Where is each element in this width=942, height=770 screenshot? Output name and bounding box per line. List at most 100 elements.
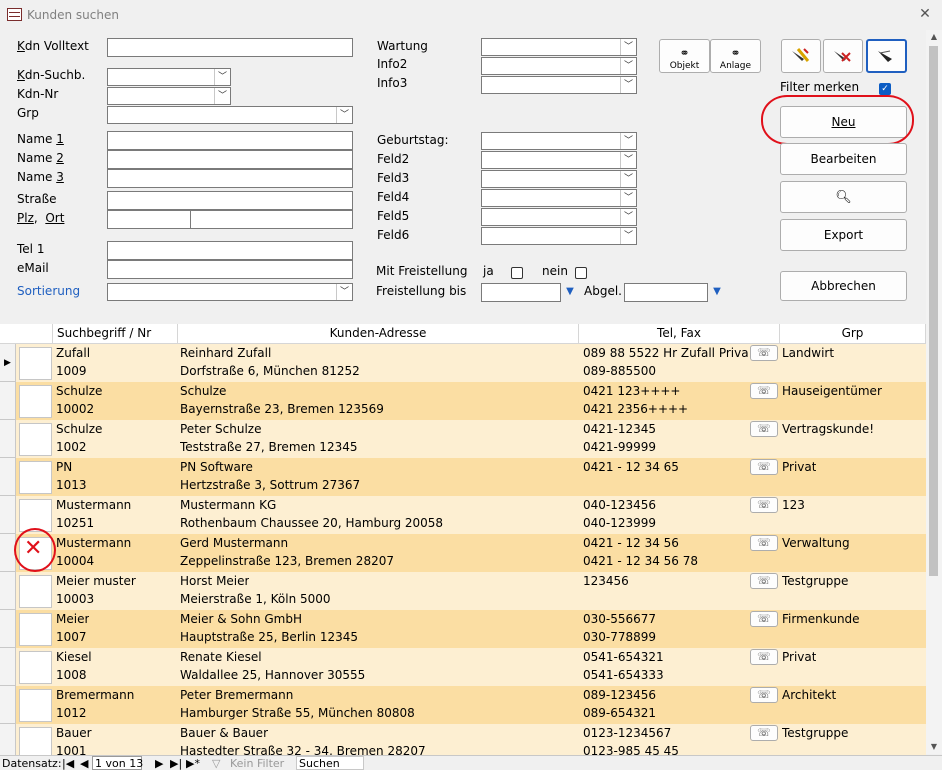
dropdown-arrow-icon[interactable]: ﹀ <box>620 133 636 149</box>
vertical-scrollbar[interactable]: ▲ ▼ <box>926 30 942 754</box>
nav-last-icon[interactable]: ▶| <box>170 757 182 770</box>
record-selector[interactable] <box>0 458 16 496</box>
search-field[interactable]: Suchen <box>296 756 364 770</box>
feld4-combo[interactable]: ﹀ <box>481 189 637 207</box>
anlage-button[interactable]: ⚭ Anlage <box>710 39 761 73</box>
row-select-box[interactable] <box>19 461 52 494</box>
table-row[interactable]: Bauer 1001 Bauer & Bauer Hastedter Straße 3… <box>0 724 926 756</box>
phone-button[interactable]: ☏ <box>750 611 778 627</box>
row-select-box[interactable] <box>19 575 52 608</box>
record-selector[interactable] <box>0 382 16 420</box>
bearbeiten-button[interactable]: Bearbeiten <box>780 143 907 175</box>
table-row[interactable]: Schulze 10002 Schulze Bayernstraße 23, Brem… <box>0 382 926 420</box>
table-row[interactable]: PN 1013 PN Software Hertzstraße 3, Sottrum … <box>0 458 926 496</box>
scroll-down-arrow-icon[interactable]: ▼ <box>926 740 942 754</box>
scrollbar-thumb[interactable] <box>929 46 938 576</box>
nav-first-icon[interactable]: |◀ <box>62 757 74 770</box>
info3-combo[interactable]: ﹀ <box>481 76 637 94</box>
dropdown-arrow-icon[interactable]: ﹀ <box>620 152 636 168</box>
abgel-input[interactable] <box>624 283 708 302</box>
nav-next-icon[interactable]: ▶ <box>155 757 163 770</box>
table-row[interactable]: ▶ Zufall 1009 Reinhard Zufall Dorfstraße 6, … <box>0 344 926 382</box>
record-selector[interactable] <box>0 572 16 610</box>
dropdown-arrow-icon[interactable]: ﹀ <box>620 190 636 206</box>
phone-button[interactable]: ☏ <box>750 497 778 513</box>
record-selector[interactable] <box>0 610 16 648</box>
dropdown-arrow-icon[interactable]: ﹀ <box>620 228 636 244</box>
grid-header-tel[interactable]: Tel, Fax <box>579 324 780 344</box>
sortierung-combo[interactable]: ﹀ <box>107 283 353 301</box>
preview-button[interactable]: 🔍︎ <box>780 181 907 213</box>
row-select-box[interactable] <box>19 347 52 380</box>
kdn-volltext-input[interactable] <box>107 38 353 57</box>
grp-combo[interactable]: ﹀ <box>107 106 353 124</box>
close-icon[interactable]: ✕ <box>917 5 933 23</box>
abbrechen-button[interactable]: Abbrechen <box>780 271 907 301</box>
name1-input[interactable] <box>107 131 353 150</box>
record-selector[interactable]: ▶ <box>0 344 16 382</box>
phone-button[interactable]: ☏ <box>750 535 778 551</box>
dropdown-arrow-icon[interactable]: ﹀ <box>336 284 352 300</box>
row-select-box[interactable] <box>19 385 52 418</box>
phone-button[interactable]: ☏ <box>750 687 778 703</box>
ja-checkbox[interactable] <box>511 267 523 279</box>
kdn-nr-combo[interactable]: ﹀ <box>107 87 231 105</box>
phone-button[interactable]: ☏ <box>750 459 778 475</box>
dropdown-arrow-icon[interactable]: ﹀ <box>214 69 230 85</box>
tel1-input[interactable] <box>107 241 353 260</box>
row-select-box[interactable] <box>19 651 52 684</box>
dropdown-arrow-icon[interactable]: ﹀ <box>620 77 636 93</box>
feld5-combo[interactable]: ﹀ <box>481 208 637 226</box>
table-row[interactable]: Meier 1007 Meier & Sohn GmbH Hauptstraße 25… <box>0 610 926 648</box>
phone-button[interactable]: ☏ <box>750 345 778 361</box>
filter-edit-button[interactable] <box>781 39 821 73</box>
phone-button[interactable]: ☏ <box>750 573 778 589</box>
table-row[interactable]: Meier muster 10003 Horst Meier Meierstraße … <box>0 572 926 610</box>
export-button[interactable]: Export <box>780 219 907 251</box>
record-selector[interactable] <box>0 420 16 458</box>
row-select-box[interactable] <box>19 727 52 756</box>
name2-input[interactable] <box>107 150 353 169</box>
record-selector[interactable] <box>0 496 16 534</box>
filter-merken-checkbox[interactable]: ✓ <box>879 83 891 95</box>
name3-input[interactable] <box>107 169 353 188</box>
dropdown-arrow-icon[interactable]: ﹀ <box>336 107 352 123</box>
sortierung-label[interactable]: Sortierung <box>17 284 80 298</box>
email-input[interactable] <box>107 260 353 279</box>
phone-button[interactable]: ☏ <box>750 725 778 741</box>
record-selector[interactable] <box>0 724 16 756</box>
date-picker-arrow-icon[interactable]: ▼ <box>710 286 724 298</box>
table-row[interactable]: Schulze 1002 Peter Schulze Teststraße 27, B… <box>0 420 926 458</box>
wartung-combo[interactable]: ﹀ <box>481 38 637 56</box>
record-position-field[interactable]: 1 von 13 <box>92 756 143 770</box>
grid-header-adresse[interactable]: Kunden-Adresse <box>178 324 579 344</box>
feld3-combo[interactable]: ﹀ <box>481 170 637 188</box>
grid-header-grp[interactable]: Grp <box>780 324 926 344</box>
table-row[interactable]: Bremermann 1012 Peter Bremermann Hamburger … <box>0 686 926 724</box>
scroll-up-arrow-icon[interactable]: ▲ <box>926 30 942 44</box>
filter-remove-button[interactable] <box>823 39 863 73</box>
filter-apply-button[interactable] <box>866 39 907 73</box>
grid-header-suchbegriff[interactable]: Suchbegriff / Nr <box>53 324 178 344</box>
phone-button[interactable]: ☏ <box>750 421 778 437</box>
record-selector[interactable] <box>0 686 16 724</box>
dropdown-arrow-icon[interactable]: ﹀ <box>620 39 636 55</box>
feld6-combo[interactable]: ﹀ <box>481 227 637 245</box>
nein-checkbox[interactable] <box>575 267 587 279</box>
phone-button[interactable]: ☏ <box>750 383 778 399</box>
table-row[interactable]: Mustermann 10004 Gerd Mustermann Zeppelinst… <box>0 534 926 572</box>
record-selector[interactable] <box>0 648 16 686</box>
dropdown-arrow-icon[interactable]: ﹀ <box>620 209 636 225</box>
date-picker-arrow-icon[interactable]: ▼ <box>563 286 577 298</box>
row-select-box[interactable] <box>19 613 52 646</box>
ort-input[interactable] <box>190 210 353 229</box>
row-select-box[interactable] <box>19 689 52 722</box>
plz-input[interactable] <box>107 210 191 229</box>
kdn-suchb-combo[interactable]: ﹀ <box>107 68 231 86</box>
dropdown-arrow-icon[interactable]: ﹀ <box>620 171 636 187</box>
dropdown-arrow-icon[interactable]: ﹀ <box>620 58 636 74</box>
phone-button[interactable]: ☏ <box>750 649 778 665</box>
row-select-box[interactable] <box>19 423 52 456</box>
info2-combo[interactable]: ﹀ <box>481 57 637 75</box>
objekt-button[interactable]: ⚭ Objekt <box>659 39 710 73</box>
